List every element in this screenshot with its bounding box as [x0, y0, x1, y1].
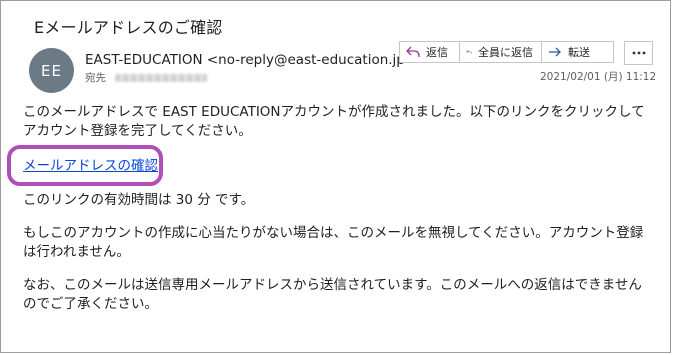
- email-subject: Eメールアドレスのご確認: [34, 18, 223, 37]
- sender-avatar[interactable]: EE: [29, 48, 74, 93]
- noreply-notice-text: なお、このメールは送信専用メールアドレスから送信されています。このメールへの返信…: [23, 277, 642, 312]
- reply-icon: [406, 46, 420, 57]
- email-reading-pane: Eメールアドレスのご確認 EE EAST-EDUCATION <no-reply…: [0, 0, 671, 353]
- recipient-redacted: [115, 74, 207, 82]
- reply-label: 返信: [426, 46, 448, 59]
- more-actions-button[interactable]: [624, 41, 653, 65]
- forward-arrow-icon: [549, 47, 561, 57]
- reply-all-icon: [466, 49, 472, 54]
- message-actions: 返信 全員に返信 転送: [399, 41, 614, 63]
- received-date: 2021/02/01 (月) 11:12: [540, 71, 657, 83]
- recipient-label: 宛先: [85, 72, 106, 84]
- link-highlight-annotation: [7, 145, 163, 186]
- reply-button[interactable]: 返信: [399, 41, 460, 63]
- ellipsis-icon: [632, 51, 645, 55]
- forward-button[interactable]: 転送: [542, 41, 614, 63]
- forward-label: 転送: [568, 46, 590, 59]
- validity-text: このリンクの有効時間は 30 分 です。: [23, 192, 255, 208]
- intro-text: このメールアドレスで EAST EDUCATIONアカウントが作成されました。以…: [23, 104, 645, 139]
- recipient-row: 宛先: [85, 70, 207, 85]
- reply-all-label: 全員に返信: [478, 46, 533, 59]
- ignore-notice-text: もしこのアカウントの作成に心当たりがない場合は、このメールを無視してください。ア…: [23, 225, 644, 260]
- sender-address[interactable]: EAST-EDUCATION <no-reply@east-education.…: [85, 52, 405, 68]
- reply-all-button[interactable]: 全員に返信: [460, 41, 542, 63]
- avatar-initials: EE: [41, 61, 62, 80]
